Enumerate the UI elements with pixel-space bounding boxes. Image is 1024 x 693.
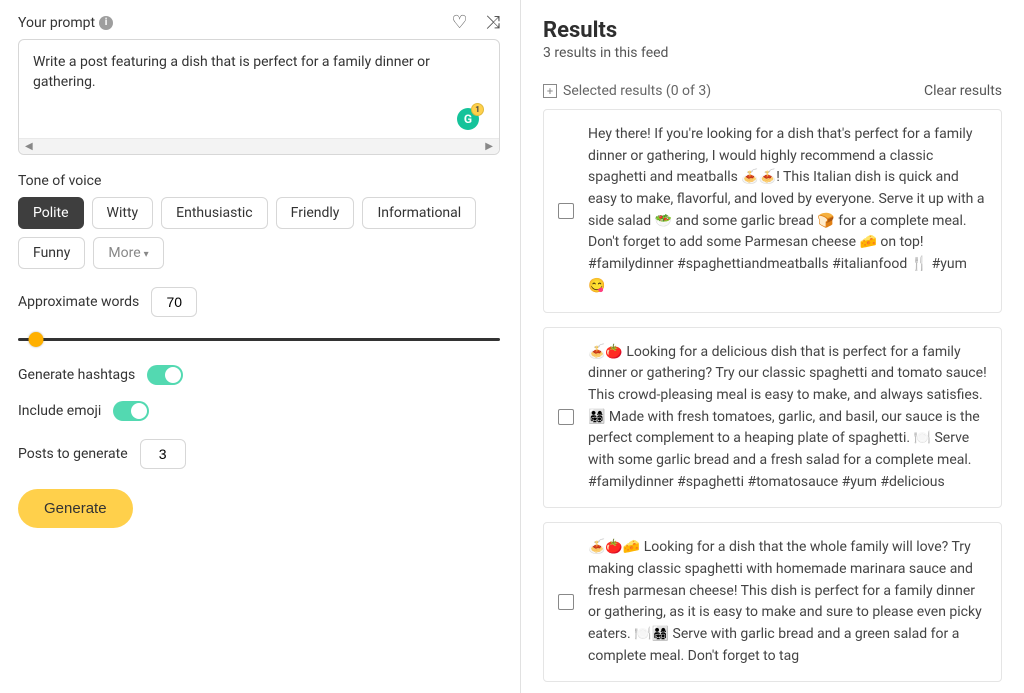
scroll-right-icon[interactable]: ▶ xyxy=(485,141,493,152)
horizontal-scrollbar[interactable]: ◀ ▶ xyxy=(19,138,499,154)
slider-thumb[interactable] xyxy=(29,332,44,347)
tone-label: Tone of voice xyxy=(18,173,500,189)
hashtags-toggle[interactable] xyxy=(147,365,183,385)
tone-chip-funny[interactable]: Funny xyxy=(18,237,85,269)
result-checkbox[interactable] xyxy=(558,594,574,610)
scroll-left-icon[interactable]: ◀ xyxy=(25,141,33,152)
plus-icon: + xyxy=(543,84,557,98)
heart-icon[interactable]: ♡ xyxy=(451,12,467,33)
results-subtitle: 3 results in this feed xyxy=(543,45,1002,61)
info-icon[interactable]: i xyxy=(99,16,113,30)
selected-results-label: Selected results (0 of 3) xyxy=(563,83,711,99)
emoji-toggle[interactable] xyxy=(113,401,149,421)
prompt-box: Write a post featuring a dish that is pe… xyxy=(18,39,500,155)
tone-chip-more[interactable]: More▾ xyxy=(93,237,163,269)
results-title: Results xyxy=(543,18,1002,43)
result-text: 🍝🍅 Looking for a delicious dish that is … xyxy=(588,342,987,494)
tone-row: PoliteWittyEnthusiastic FriendlyInformati… xyxy=(18,197,500,269)
result-card: 🍝🍅🧀 Looking for a dish that the whole fa… xyxy=(543,522,1002,682)
result-checkbox[interactable] xyxy=(558,203,574,219)
posts-label: Posts to generate xyxy=(18,446,128,462)
tone-chip-polite[interactable]: Polite xyxy=(18,197,84,229)
tone-chip-witty[interactable]: Witty xyxy=(92,197,154,229)
prompt-label: Your prompt i xyxy=(18,15,113,31)
result-text: Hey there! If you're looking for a dish … xyxy=(588,124,987,298)
posts-input[interactable] xyxy=(140,439,186,469)
expand-selected-button[interactable]: + Selected results (0 of 3) xyxy=(543,83,711,99)
shuffle-icon[interactable]: ⤨ xyxy=(486,12,500,33)
tone-chip-friendly[interactable]: Friendly xyxy=(276,197,355,229)
approx-words-label: Approximate words xyxy=(18,294,139,310)
prompt-textarea[interactable]: Write a post featuring a dish that is pe… xyxy=(19,40,499,105)
tone-chip-enthusiastic[interactable]: Enthusiastic xyxy=(161,197,267,229)
result-card: Hey there! If you're looking for a dish … xyxy=(543,109,1002,313)
result-text: 🍝🍅🧀 Looking for a dish that the whole fa… xyxy=(588,537,987,667)
result-card: 🍝🍅 Looking for a delicious dish that is … xyxy=(543,327,1002,509)
result-checkbox[interactable] xyxy=(558,409,574,425)
emoji-label: Include emoji xyxy=(18,403,101,419)
generate-button[interactable]: Generate xyxy=(18,489,133,528)
clear-results-button[interactable]: Clear results xyxy=(924,83,1002,99)
prompt-label-text: Your prompt xyxy=(18,15,95,31)
approx-words-input[interactable] xyxy=(151,287,197,317)
words-slider[interactable] xyxy=(18,331,500,349)
chevron-down-icon: ▾ xyxy=(144,249,149,260)
hashtags-label: Generate hashtags xyxy=(18,367,135,383)
grammarly-badge[interactable]: G1 xyxy=(457,108,479,130)
tone-chip-informational[interactable]: Informational xyxy=(362,197,476,229)
grammarly-count: 1 xyxy=(471,103,484,116)
